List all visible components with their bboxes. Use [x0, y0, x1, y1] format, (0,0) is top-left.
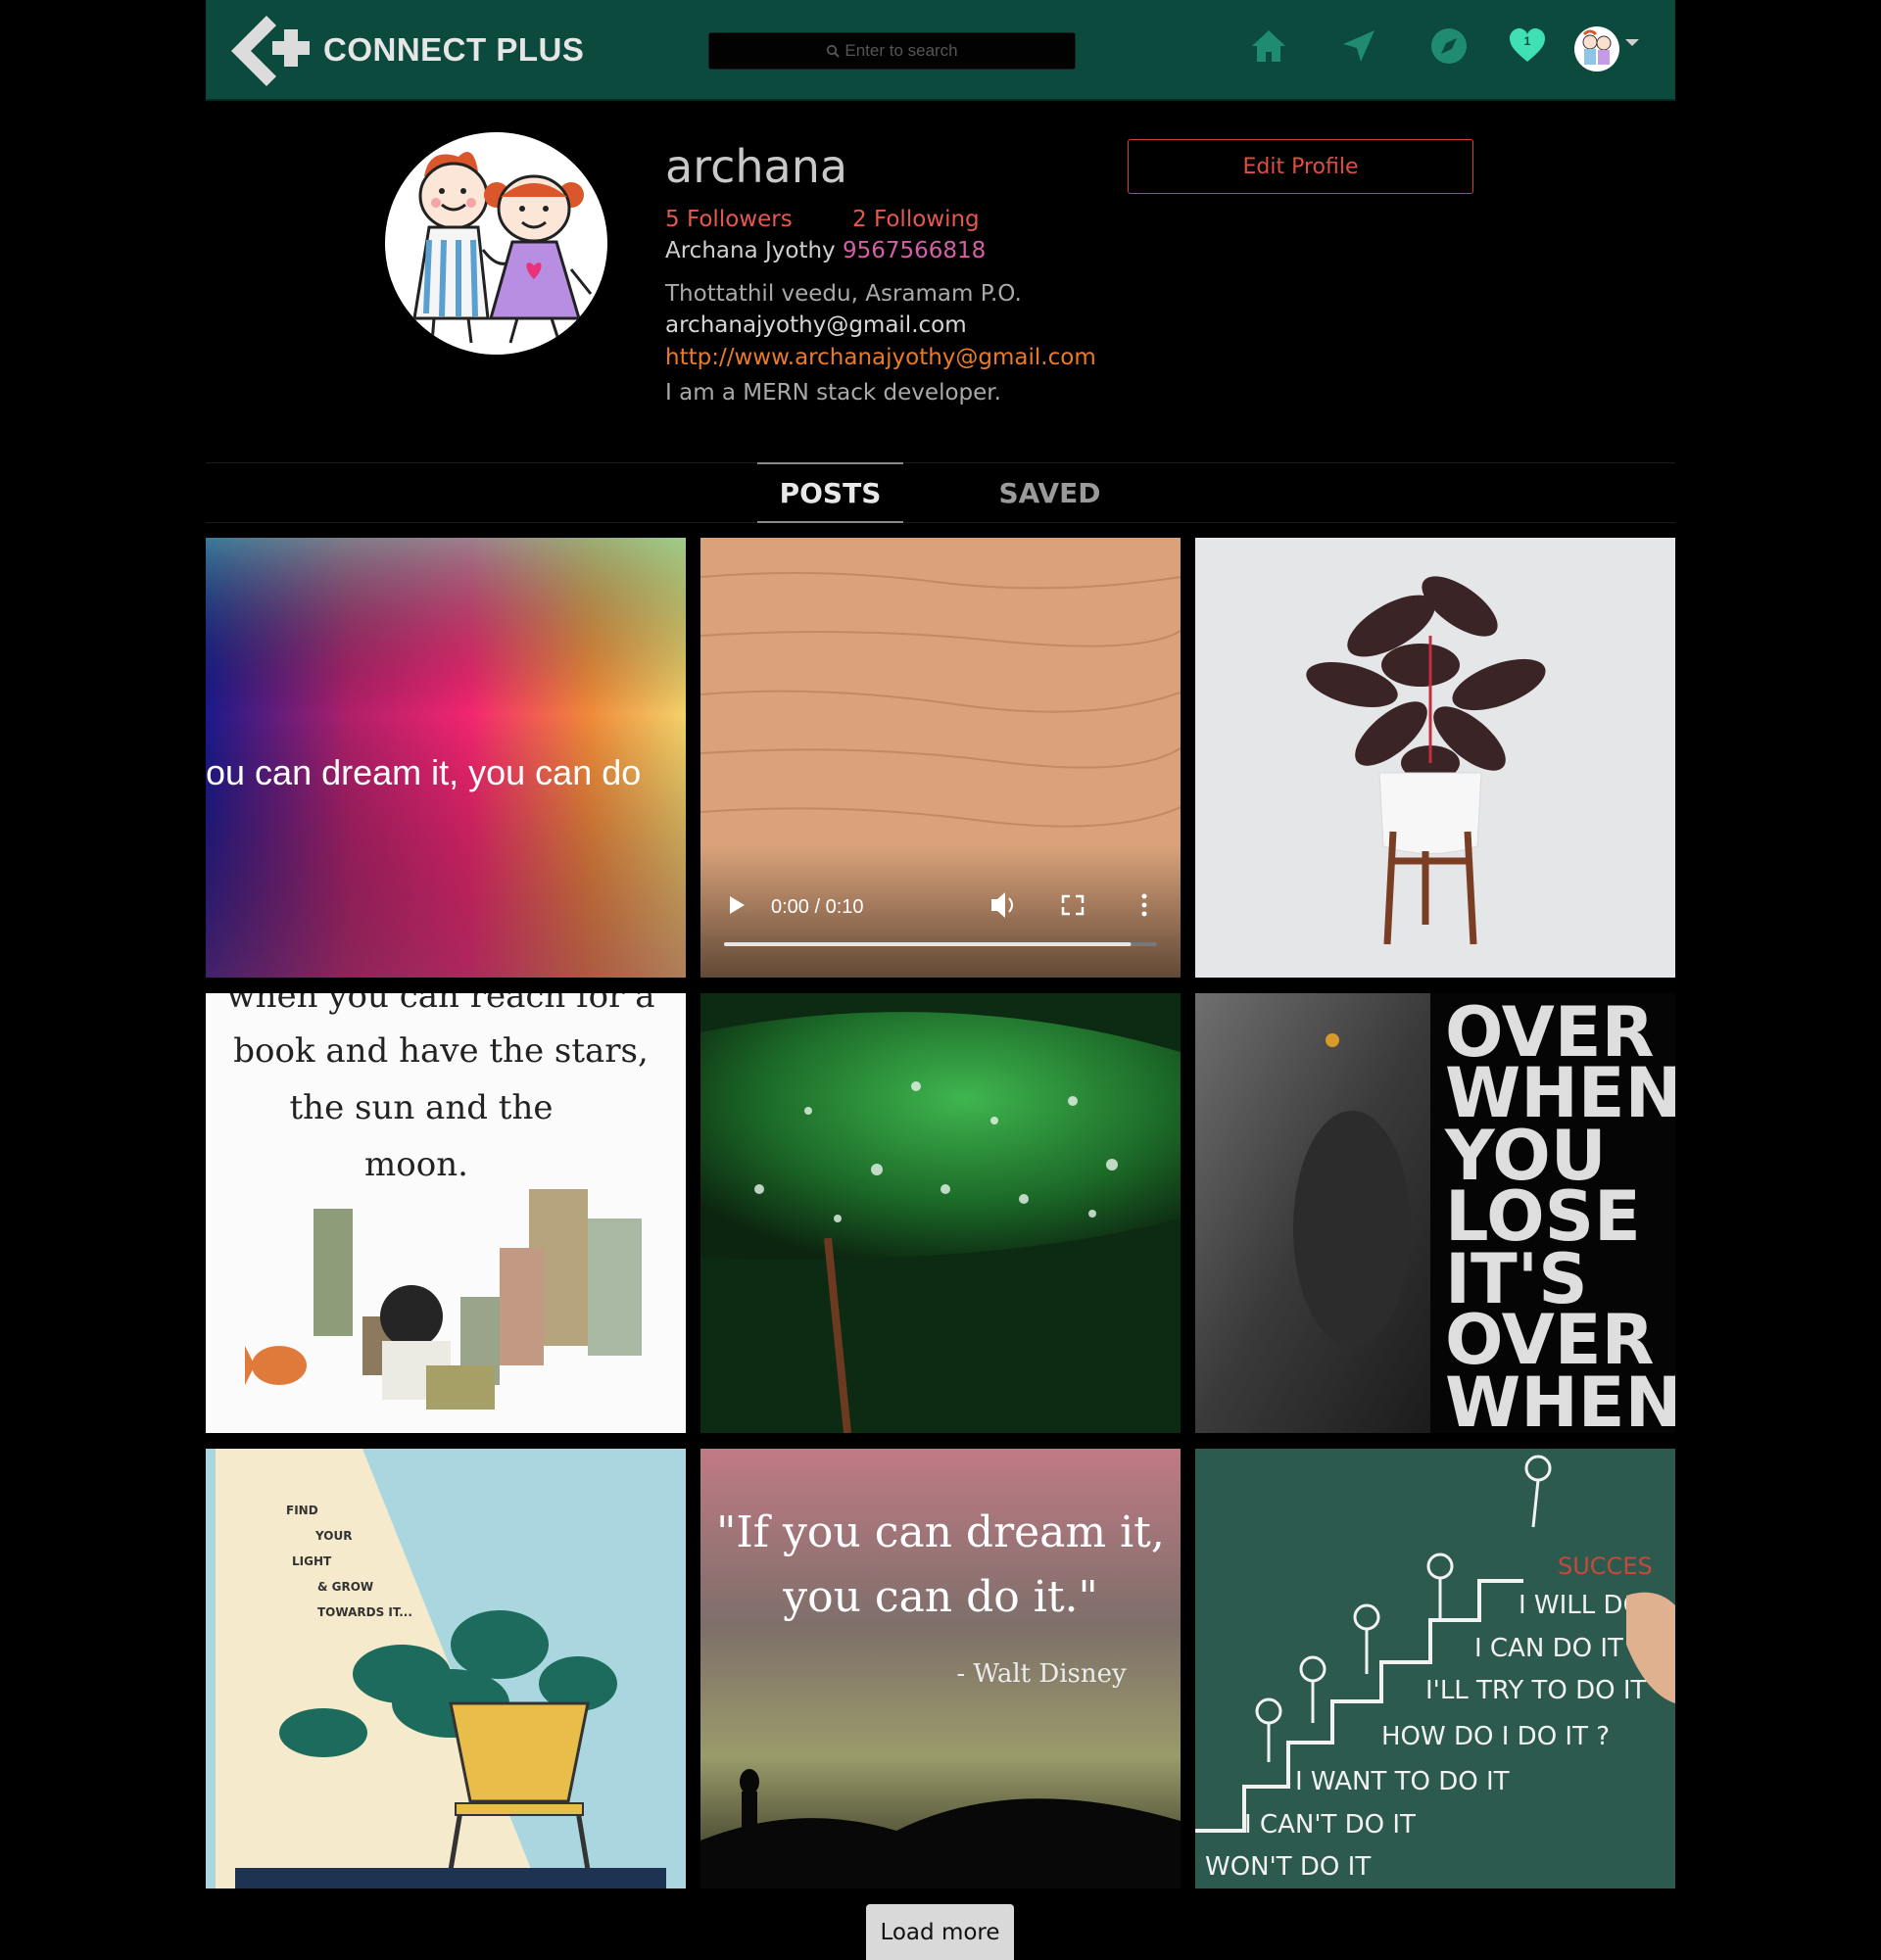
- notification-count: 1: [1523, 34, 1531, 48]
- brand-name[interactable]: CONNECT PLUS: [323, 31, 584, 69]
- post-quote-line: FIND: [286, 1504, 318, 1517]
- post-quote-line: HOW DO I DO IT ?: [1381, 1722, 1610, 1751]
- avatar[interactable]: [1574, 26, 1619, 72]
- post-tile[interactable]: "If you can dream it, you can do it." - …: [700, 1449, 1181, 1888]
- search-placeholder: Enter to search: [844, 41, 958, 60]
- load-more-button[interactable]: Load more: [866, 1904, 1014, 1960]
- tab-saved[interactable]: SAVED: [980, 462, 1120, 523]
- post-tile[interactable]: SUCCES I WILL DO I CAN DO IT I'LL TRY TO…: [1195, 1449, 1675, 1888]
- post-tile[interactable]: when you can reach for a book and have t…: [206, 993, 686, 1433]
- profile-bio: I am a MERN stack developer.: [665, 380, 1001, 406]
- notifications-button[interactable]: 1: [1506, 24, 1549, 68]
- post-quote-line: when you can reach for a: [226, 993, 654, 1016]
- post-tile[interactable]: ou can dream it, you can do: [206, 538, 686, 978]
- post-quote-line: I WILL DO: [1519, 1591, 1643, 1620]
- post-caption: ou can dream it, you can do: [206, 752, 641, 792]
- profile-website-link[interactable]: http://www.archanajyothy@gmail.com: [665, 345, 1096, 370]
- post-quote-line: I CAN DO IT: [1474, 1634, 1623, 1663]
- profile-avatar: [385, 132, 607, 355]
- profile-full-name: Archana Jyothy 9567566818: [665, 238, 986, 263]
- send-icon[interactable]: [1337, 24, 1380, 68]
- post-quote-line: TOWARDS IT...: [317, 1605, 412, 1619]
- post-quote-line: WON'T DO IT: [1205, 1852, 1371, 1882]
- search-input[interactable]: Enter to search: [708, 32, 1076, 70]
- tabs-divider-top: [206, 462, 1675, 463]
- post-quote-line: moon.: [364, 1145, 468, 1184]
- post-quote-line: YOUR: [314, 1529, 352, 1543]
- tabs-divider-bottom: [206, 522, 1675, 523]
- explore-icon[interactable]: [1427, 24, 1471, 68]
- post-quote-line: LIGHT: [292, 1554, 332, 1568]
- profile-phone: 9567566818: [842, 238, 987, 263]
- post-quote-line: I'LL TRY TO DO IT: [1425, 1676, 1647, 1705]
- top-navbar: CONNECT PLUS Enter to search 1: [206, 0, 1675, 101]
- chevron-down-icon[interactable]: [1625, 39, 1639, 46]
- edit-profile-button[interactable]: Edit Profile: [1128, 139, 1473, 194]
- post-quote-line: I WANT TO DO IT: [1295, 1767, 1510, 1796]
- profile-address: Thottathil veedu, Asramam P.O.: [665, 281, 1022, 307]
- home-icon[interactable]: [1247, 24, 1290, 68]
- post-tile[interactable]: [700, 993, 1181, 1433]
- brand-logo-icon[interactable]: [229, 14, 314, 88]
- profile-email: archanajyothy@gmail.com: [665, 312, 967, 338]
- video-progress-bar[interactable]: [724, 942, 1132, 946]
- more-options-icon[interactable]: [1141, 893, 1147, 917]
- post-tile[interactable]: [1195, 538, 1675, 978]
- video-time: 0:00 / 0:10: [771, 896, 864, 918]
- post-video[interactable]: 0:00 / 0:10: [700, 538, 1181, 978]
- search-icon: [827, 44, 841, 58]
- post-quote-line: WHEN: [1445, 1362, 1675, 1433]
- post-tile[interactable]: OVER WHEN YOU LOSE IT'S OVER WHEN: [1195, 993, 1675, 1433]
- post-tile[interactable]: FIND YOUR LIGHT & GROW TOWARDS IT...: [206, 1449, 686, 1888]
- following-link[interactable]: 2 Following: [852, 207, 980, 232]
- post-quote-line: & GROW: [317, 1580, 373, 1594]
- followers-link[interactable]: 5 Followers: [665, 207, 793, 232]
- post-quote-line: - Walt Disney: [956, 1659, 1127, 1689]
- post-quote-line: the sun and the: [290, 1088, 554, 1127]
- post-quote-line: you can do it.": [782, 1572, 1098, 1622]
- tab-posts[interactable]: POSTS: [757, 462, 903, 523]
- post-quote-line: "If you can dream it,: [716, 1507, 1165, 1557]
- post-quote-line: SUCCES: [1558, 1553, 1653, 1580]
- full-name-text: Archana Jyothy: [665, 238, 836, 263]
- profile-username: archana: [665, 140, 848, 193]
- post-quote-line: book and have the stars,: [233, 1031, 649, 1071]
- post-quote-line: I CAN'T DO IT: [1244, 1810, 1416, 1840]
